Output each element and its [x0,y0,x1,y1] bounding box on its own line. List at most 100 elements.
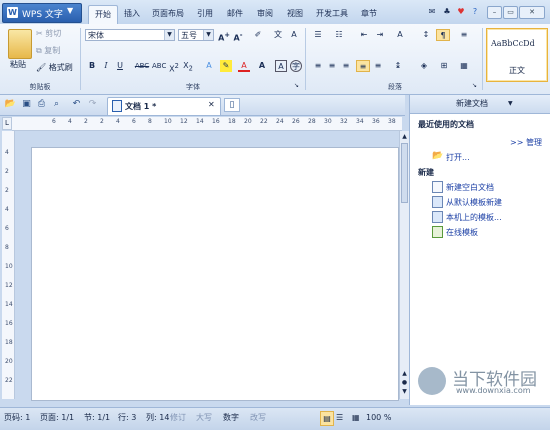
new-blank-doc-link[interactable]: 新建空白文档 [446,182,494,193]
char-shading-icon[interactable]: A [256,60,268,72]
show-marks-icon[interactable]: ¶ [436,29,450,41]
copy-button[interactable]: ⧉ 复制 [36,45,60,56]
align-center-icon[interactable]: ≡ [326,60,338,72]
line-spacing-adjust-icon[interactable]: ↨ [392,60,404,72]
undo-icon[interactable]: ↶ [70,98,83,111]
manage-link[interactable]: >> 管理 [510,137,542,148]
bold-icon[interactable]: B [86,60,98,72]
app-menu-button[interactable]: W WPS 文字 ▼ [2,3,82,23]
scroll-thumb[interactable] [401,143,408,203]
task-pane-title[interactable]: 新建文档 [456,95,488,113]
page-view-icon[interactable]: ▤ [320,411,334,426]
underline-icon[interactable]: U [114,60,126,72]
align-right-icon[interactable]: ≡ [340,60,352,72]
tab-insert[interactable]: 插入 [119,5,145,23]
pinyin-icon[interactable]: 文 [272,29,284,41]
font-size-select[interactable]: 五号 ▼ [178,29,214,41]
open-folder-icon[interactable]: 📂 [4,98,17,111]
page-nav-icon[interactable]: ▲ ● ▼ [400,369,409,396]
vertical-scrollbar[interactable]: ▲ ▲ ● ▼ [399,131,409,399]
clear-format-icon[interactable]: ✐ [252,29,264,41]
ruler-tick-label: 6 [5,225,9,232]
restore-button[interactable]: ▭ [503,6,518,19]
chevron-down-icon: ▼ [164,30,174,40]
numbering-icon[interactable]: ☷ [333,29,345,41]
save-icon[interactable]: ▣ [20,98,33,111]
cut-button[interactable]: ✂ 剪切 [36,28,61,39]
local-templates-link[interactable]: 本机上的模板... [446,212,502,223]
tab-page-layout[interactable]: 页面布局 [148,5,188,23]
sort-icon[interactable]: ↕ [420,29,432,41]
tab-home[interactable]: 开始 [88,5,118,24]
italic-icon[interactable]: I [100,60,112,72]
style-normal[interactable]: AaBbCcDd 正文 [486,28,548,82]
bullets-icon[interactable]: ☰ [312,29,324,41]
skin-icon[interactable]: ♣ [441,6,453,18]
minimize-button[interactable]: – [487,6,502,19]
chinese-layout-icon[interactable]: A [394,29,406,41]
increase-indent-icon[interactable]: ⇥ [374,29,386,41]
strikethrough-icon[interactable]: ABC [134,60,150,72]
new-tab-icon[interactable]: ▯ [224,98,240,112]
format-painter-button[interactable]: 🖌 格式刷 [36,62,73,73]
font-dialog-launcher-icon[interactable]: ↘ [294,82,299,89]
mail-icon[interactable]: ✉ [426,6,438,18]
tab-references[interactable]: 引用 [192,5,218,23]
print-preview-icon[interactable]: ⌕ [50,98,63,111]
ribbon: 粘贴 ✂ 剪切 ⧉ 复制 🖌 格式刷 剪贴板 宋体 ▼ 五号 ▼ A+ A- ✐… [0,24,550,95]
distribute-icon[interactable]: ≡ [372,60,384,72]
justify-icon[interactable]: ≡ [356,60,370,72]
paste-button[interactable]: 粘贴 [10,59,26,70]
online-templates-link[interactable]: 在线模板 [446,227,478,238]
web-view-icon[interactable]: ▦ [352,408,360,428]
tab-stop-selector[interactable]: L [2,117,12,130]
heart-icon[interactable]: ♥ [455,6,467,18]
ruler-tick-label: 30 [324,118,332,125]
open-link[interactable]: 打开... [446,152,470,163]
close-tab-icon[interactable]: ✕ [208,100,215,109]
shrink-font-icon[interactable]: A- [232,29,244,43]
ruler-tick-label: 6 [52,118,56,125]
new-from-default-template-link[interactable]: 从默认模板新建 [446,197,502,208]
print-icon[interactable]: ⎙ [35,98,48,111]
outline-view-icon[interactable]: ☰ [336,408,343,428]
shading-icon[interactable]: ◈ [418,60,430,72]
char-border-icon[interactable]: A [288,29,300,41]
text-effect-icon[interactable]: A [203,60,215,72]
tab-review[interactable]: 审阅 [252,5,278,23]
horizontal-ruler[interactable]: 6 4 2 2 4 6 8 10 12 14 16 18 20 22 24 26 28 30 32 34 36 38 [12,117,402,131]
tab-sections[interactable]: 章节 [356,5,382,23]
status-revise[interactable]: 修订 [170,408,186,428]
document-tab[interactable]: 文档 1 * ✕ [107,97,221,115]
status-overwrite[interactable]: 改写 [250,408,266,428]
redo-icon[interactable]: ↷ [86,98,99,111]
vertical-ruler[interactable]: 4 2 2 4 6 8 10 12 14 16 18 20 22 [2,131,15,399]
help-icon[interactable]: ? [469,6,481,18]
paragraph-dialog-launcher-icon[interactable]: ↘ [472,82,477,89]
font-color-icon[interactable]: A [238,60,250,72]
tab-developer[interactable]: 开发工具 [311,5,353,23]
char-border-box-icon[interactable]: A [275,60,287,72]
tab-mailings[interactable]: 邮件 [222,5,248,23]
align-left-icon[interactable]: ≡ [312,60,324,72]
superscript-icon[interactable]: X2 [168,60,180,74]
grow-font-icon[interactable]: A+ [218,29,230,43]
zoom-level[interactable]: 100 % [366,408,391,428]
document-page[interactable] [31,147,399,401]
table-icon[interactable]: ▦ [458,60,470,72]
subscript-icon[interactable]: X2 [182,60,194,73]
close-button[interactable]: ✕ [519,6,545,19]
tab-view[interactable]: 视图 [282,5,308,23]
highlight-icon[interactable]: ✎ [220,60,232,72]
enclose-char-icon[interactable]: 字 [290,60,302,72]
emphasis-icon[interactable]: ABC [152,60,166,72]
borders-icon[interactable]: ⊞ [438,60,450,72]
font-family-select[interactable]: 宋体 ▼ [85,29,175,41]
ruler-tick-label: 20 [244,118,252,125]
paste-icon[interactable] [8,29,32,59]
chevron-down-icon[interactable]: ▼ [508,95,513,113]
decrease-indent-icon[interactable]: ⇤ [358,29,370,41]
font-family-value: 宋体 [88,31,104,40]
line-spacing-icon[interactable]: ≡ [458,29,470,41]
scroll-up-icon[interactable]: ▲ [401,133,408,140]
